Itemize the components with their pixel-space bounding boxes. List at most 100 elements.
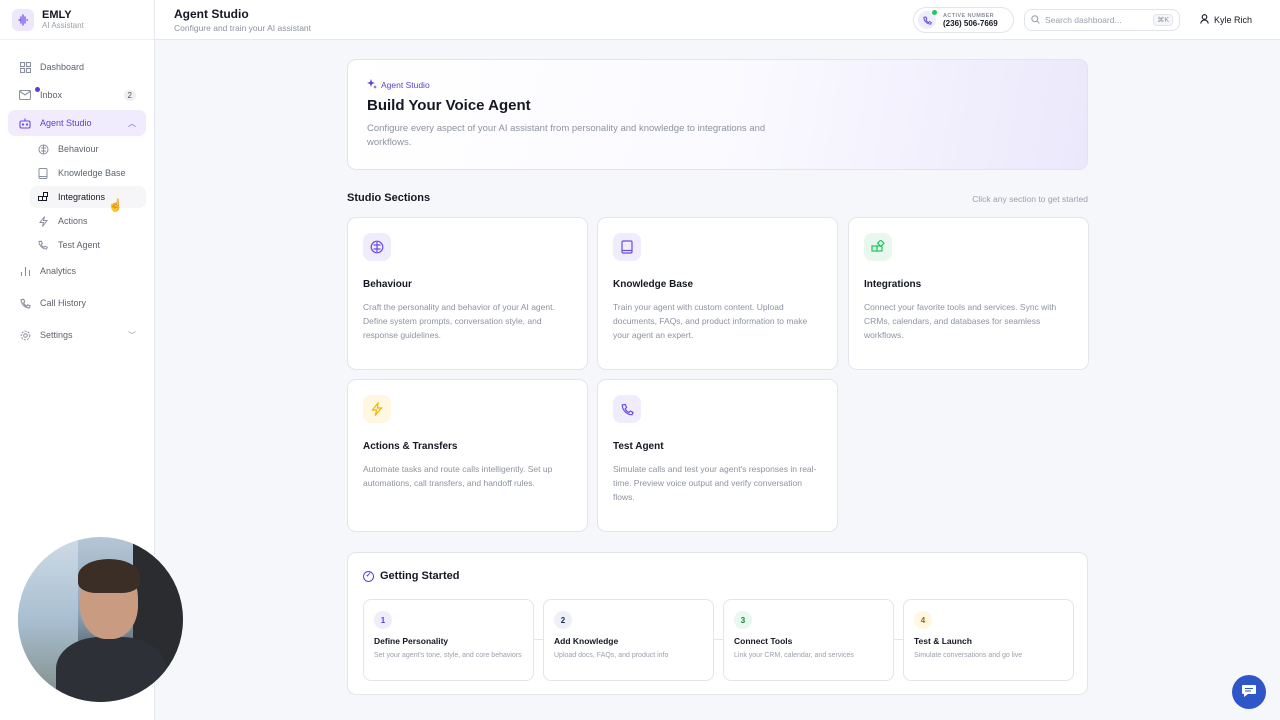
- card-description: Train your agent with custom content. Up…: [613, 302, 808, 340]
- bolt-icon: [36, 214, 50, 228]
- sidebar-item-label: Knowledge Base: [58, 168, 126, 178]
- sidebar-item-label: Dashboard: [40, 62, 85, 72]
- sidebar-nav: Dashboard Inbox 2 Agent Studio ︿ Behavio…: [0, 40, 154, 348]
- grid-icon: [18, 60, 32, 74]
- brand[interactable]: EMLY AI Assistant: [0, 0, 154, 40]
- sidebar-item-analytics[interactable]: Analytics: [8, 258, 146, 284]
- card-test-agent[interactable]: Test Agent Simulate calls and test your …: [597, 379, 838, 532]
- section-title: Studio Sections: [347, 192, 431, 204]
- sidebar-subitem-test-agent[interactable]: Test Agent: [30, 234, 146, 256]
- hero-description: Configure every aspect of your AI assist…: [367, 123, 766, 148]
- card-title: Actions & Transfers: [363, 441, 458, 452]
- step-description: Upload docs, FAQs, and product info: [554, 652, 669, 659]
- getting-started-panel: ✓ Getting Started 1 Define Personality S…: [347, 552, 1088, 695]
- card-actions-transfers[interactable]: Actions & Transfers Automate tasks and r…: [347, 379, 588, 532]
- sidebar-item-inbox[interactable]: Inbox 2: [8, 82, 146, 108]
- getting-started-label: Getting Started: [380, 570, 460, 582]
- sidebar-item-agent-studio[interactable]: Agent Studio ︿: [8, 110, 146, 136]
- search-icon: [1031, 14, 1040, 26]
- sidebar-subitem-actions[interactable]: Actions: [30, 210, 146, 232]
- top-bar: Agent Studio Configure and train your AI…: [155, 0, 1280, 40]
- sidebar-subitem-integrations[interactable]: Integrations: [30, 186, 146, 208]
- brand-subtitle: AI Assistant: [42, 20, 84, 30]
- user-name: Kyle Rich: [1214, 15, 1253, 25]
- phone-icon: [613, 395, 641, 423]
- step-description: Link your CRM, calendar, and services: [734, 652, 854, 659]
- card-title: Behaviour: [363, 279, 412, 290]
- waveform-logo-icon: [12, 8, 34, 31]
- unread-dot: [35, 87, 40, 92]
- phone-icon: [918, 10, 937, 29]
- sidebar-item-label: Test Agent: [58, 240, 101, 250]
- hero-banner: Agent Studio Build Your Voice Agent Conf…: [347, 59, 1088, 170]
- search-input[interactable]: Search dashboard... ⌘K: [1024, 9, 1180, 31]
- card-knowledge-base[interactable]: Knowledge Base Train your agent with cus…: [597, 217, 838, 370]
- sidebar-item-label: Behaviour: [58, 144, 99, 154]
- chat-support-button[interactable]: [1232, 675, 1266, 709]
- getting-started-title: ✓ Getting Started: [363, 570, 459, 582]
- step-card[interactable]: 1 Define Personality Set your agent's to…: [363, 599, 534, 681]
- brain-icon: [36, 142, 50, 156]
- sidebar-item-label: Agent Studio: [40, 118, 92, 128]
- card-behaviour[interactable]: Behaviour Craft the personality and beha…: [347, 217, 588, 370]
- card-title: Test Agent: [613, 441, 664, 452]
- hero-tag-label: Agent Studio: [381, 80, 430, 90]
- sidebar-item-settings[interactable]: Settings ﹀: [8, 322, 146, 348]
- card-description: Automate tasks and route calls intellige…: [363, 464, 553, 488]
- step-title: Connect Tools: [734, 636, 793, 646]
- bar-chart-icon: [18, 264, 32, 278]
- active-number-pill[interactable]: ACTIVE NUMBER (236) 506-7669: [913, 7, 1014, 33]
- sidebar-item-label: Inbox: [40, 90, 63, 100]
- chat-bubble-icon: [1241, 684, 1257, 701]
- sidebar-item-label: Call History: [40, 298, 87, 308]
- step-number: 3: [734, 611, 752, 629]
- step-number: 2: [554, 611, 572, 629]
- book-icon: [36, 166, 50, 180]
- chevron-down-icon: ﹀: [128, 330, 136, 340]
- step-card[interactable]: 3 Connect Tools Link your CRM, calendar,…: [723, 599, 894, 681]
- card-integrations[interactable]: Integrations Connect your favorite tools…: [848, 217, 1089, 370]
- active-number-value: (236) 506-7669: [943, 18, 998, 28]
- sparkles-icon: [367, 79, 377, 91]
- gear-icon: [18, 328, 32, 342]
- sidebar-item-label: Actions: [58, 216, 88, 226]
- live-status-dot: [932, 10, 937, 15]
- brain-icon: [363, 233, 391, 261]
- check-circle-icon: ✓: [363, 570, 374, 582]
- step-card[interactable]: 4 Test & Launch Simulate conversations a…: [903, 599, 1074, 681]
- user-menu[interactable]: Kyle Rich: [1200, 14, 1252, 26]
- card-description: Connect your favorite tools and services…: [864, 302, 1057, 340]
- sidebar-subitem-behaviour[interactable]: Behaviour: [30, 138, 146, 160]
- section-hint: Click any section to get started: [972, 194, 1088, 204]
- sidebar-item-label: Analytics: [40, 266, 77, 276]
- brand-name: EMLY: [42, 8, 72, 21]
- step-card[interactable]: 2 Add Knowledge Upload docs, FAQs, and p…: [543, 599, 714, 681]
- step-number: 4: [914, 611, 932, 629]
- agent-studio-submenu: Behaviour Knowledge Base Integrations Ac…: [8, 138, 154, 256]
- step-number: 1: [374, 611, 392, 629]
- card-title: Integrations: [864, 279, 922, 290]
- sidebar-item-dashboard[interactable]: Dashboard: [8, 54, 146, 80]
- chevron-up-icon: ︿: [128, 118, 136, 128]
- robot-icon: [18, 116, 32, 130]
- sidebar-item-call-history[interactable]: Call History: [8, 290, 146, 316]
- phone-icon: [36, 238, 50, 252]
- inbox-icon: [18, 88, 32, 102]
- user-icon: [1200, 14, 1209, 26]
- card-title: Knowledge Base: [613, 279, 694, 290]
- hero-tag: Agent Studio: [367, 79, 1068, 91]
- card-description: Craft the personality and behavior of yo…: [363, 302, 555, 340]
- puzzle-icon: [36, 190, 50, 204]
- step-description: Simulate conversations and go live: [914, 652, 1023, 659]
- webcam-overlay: [18, 537, 183, 702]
- sidebar-item-label: Integrations: [58, 192, 106, 202]
- step-title: Define Personality: [374, 636, 449, 646]
- sidebar-subitem-knowledge-base[interactable]: Knowledge Base: [30, 162, 146, 184]
- search-placeholder: Search dashboard...: [1045, 15, 1122, 25]
- hero-title: Build Your Voice Agent: [367, 97, 531, 114]
- active-number-label: ACTIVE NUMBER: [943, 12, 995, 19]
- step-description: Set your agent's tone, style, and core b…: [374, 652, 522, 659]
- bolt-icon: [363, 395, 391, 423]
- hand-cursor-icon: ☝: [108, 198, 123, 212]
- puzzle-icon: [864, 233, 892, 261]
